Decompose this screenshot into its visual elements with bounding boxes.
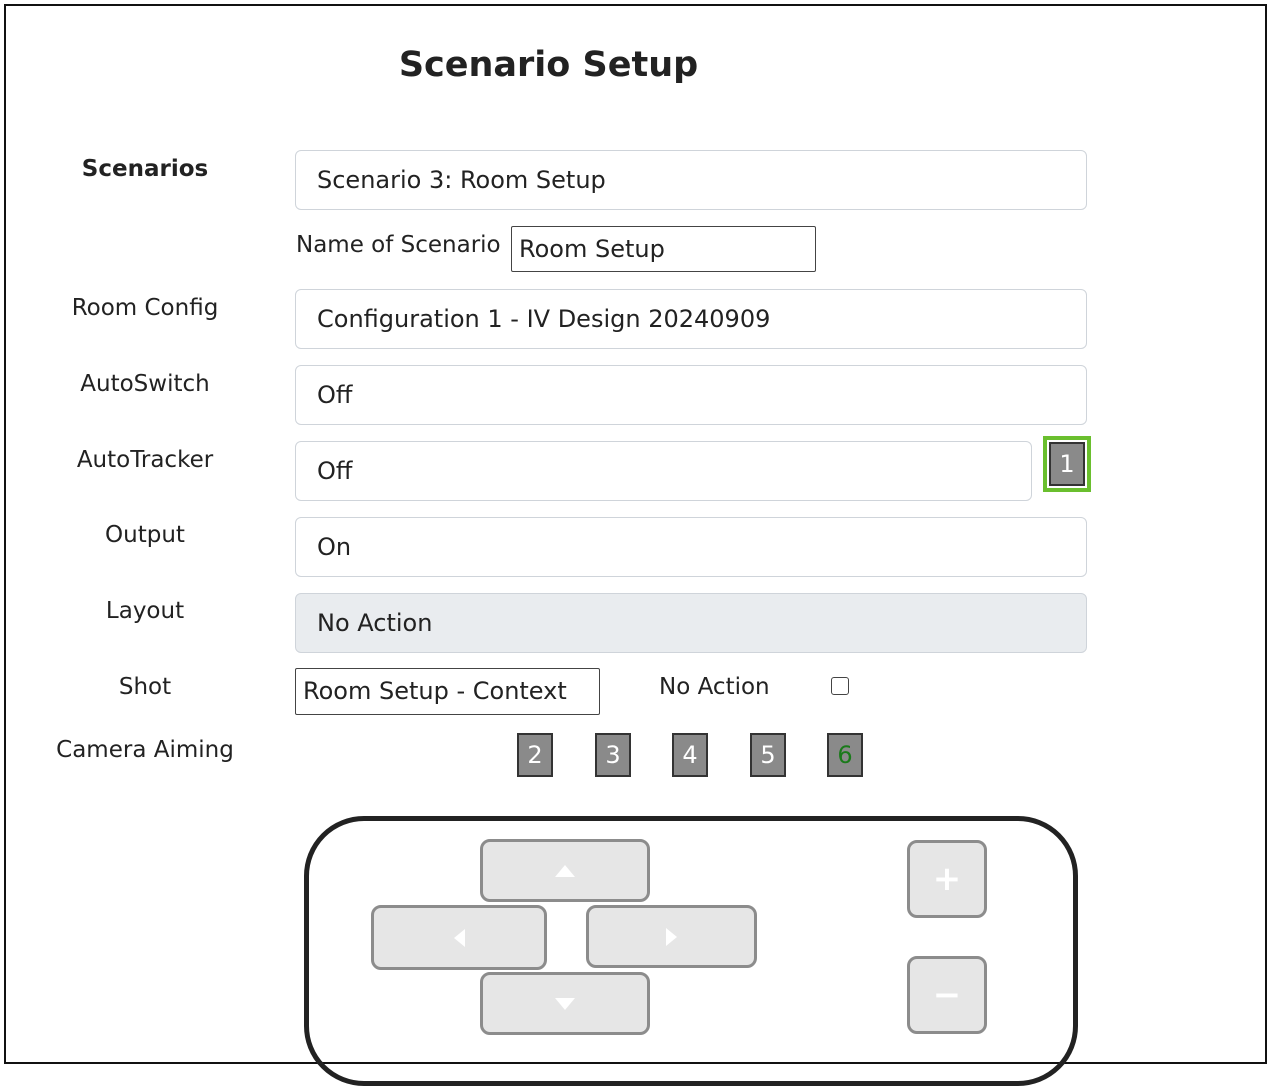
autotracker-label: AutoTracker bbox=[76, 447, 214, 473]
room-config-label: Room Config bbox=[71, 295, 219, 321]
output-label: Output bbox=[105, 522, 185, 548]
shot-no-action-label: No Action bbox=[659, 674, 770, 700]
pan-up-button[interactable] bbox=[480, 839, 650, 902]
camera-button-2[interactable]: 2 bbox=[517, 733, 553, 777]
layout-select[interactable]: No Action bbox=[295, 593, 1087, 653]
triangle-down-icon bbox=[555, 997, 575, 1010]
pan-right-button[interactable] bbox=[586, 905, 757, 968]
camera-button-5[interactable]: 5 bbox=[750, 733, 786, 777]
room-config-select[interactable]: Configuration 1 - IV Design 20240909 bbox=[295, 289, 1087, 349]
scenarios-label: Scenarios bbox=[81, 156, 209, 182]
zoom-in-button[interactable]: + bbox=[907, 840, 987, 918]
name-of-scenario-label: Name of Scenario bbox=[296, 232, 501, 258]
plus-icon: + bbox=[932, 859, 962, 899]
camera-button-6[interactable]: 6 bbox=[827, 733, 863, 777]
scenarios-select[interactable]: Scenario 3: Room Setup bbox=[295, 150, 1087, 210]
shot-no-action-checkbox[interactable] bbox=[831, 677, 849, 695]
autotracker-select[interactable]: Off bbox=[295, 441, 1032, 501]
triangle-right-icon bbox=[665, 927, 677, 946]
triangle-left-icon bbox=[454, 928, 465, 947]
shot-name-input[interactable]: Room Setup - Context bbox=[295, 668, 600, 715]
triangle-up-icon bbox=[555, 864, 575, 877]
autoswitch-label: AutoSwitch bbox=[80, 371, 210, 397]
pan-left-button[interactable] bbox=[371, 905, 547, 970]
page-title: Scenario Setup bbox=[398, 45, 699, 85]
minus-icon: − bbox=[932, 975, 962, 1015]
autotracker-camera-button-1[interactable]: 1 bbox=[1043, 436, 1091, 492]
shot-label: Shot bbox=[118, 674, 172, 700]
layout-label: Layout bbox=[105, 598, 185, 624]
camera-aiming-label: Camera Aiming bbox=[56, 737, 234, 763]
output-select[interactable]: On bbox=[295, 517, 1087, 577]
pan-down-button[interactable] bbox=[480, 972, 650, 1035]
camera-button-3[interactable]: 3 bbox=[595, 733, 631, 777]
autoswitch-select[interactable]: Off bbox=[295, 365, 1087, 425]
scenario-name-input[interactable]: Room Setup bbox=[511, 226, 816, 272]
zoom-out-button[interactable]: − bbox=[907, 956, 987, 1034]
camera-button-4[interactable]: 4 bbox=[672, 733, 708, 777]
